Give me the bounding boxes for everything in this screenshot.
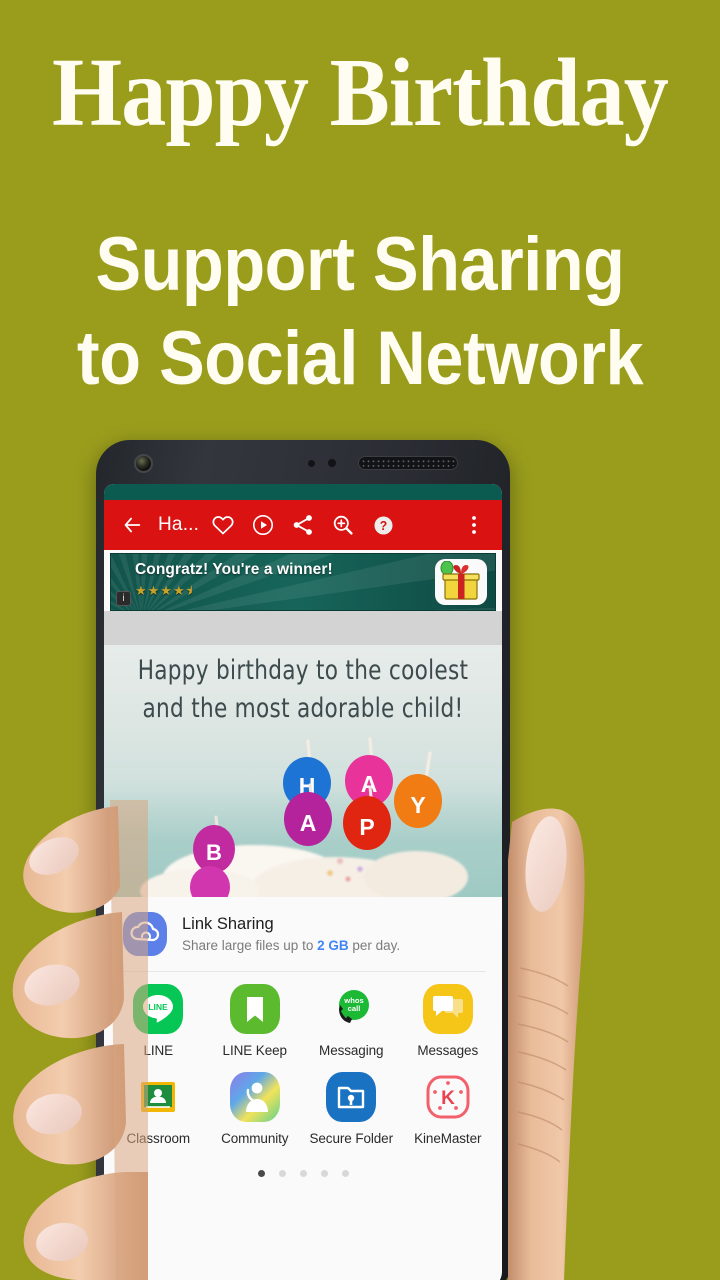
svg-text:A: A [300,810,317,836]
secure-folder-icon [326,1072,377,1122]
page-subtitle-line1: Support Sharing [95,222,625,307]
help-button[interactable]: ? [363,505,403,545]
ad-text-block: Congratz! You're a winner! ★★★★⯨ [111,561,435,604]
page-title: Happy Birthday [52,39,669,147]
share-target-label: Community [221,1131,289,1146]
svg-text:A: A [361,771,378,797]
heart-icon [212,516,234,535]
birthday-card-message: Happy birthday to the coolest and the mo… [116,653,490,729]
link-sharing-subtitle-after: per day. [348,938,401,953]
zoom-in-button[interactable] [323,505,363,545]
svg-text:P: P [359,814,374,840]
status-bar [104,484,502,500]
front-camera-icon [134,454,153,473]
svg-text:?: ? [379,518,387,532]
ad-info-badge[interactable]: i [116,591,131,606]
share-sheet-pager[interactable] [104,1150,502,1196]
promo-screenshot: Happy Birthday Support Sharing to Social… [0,0,720,1280]
overflow-menu-button[interactable] [454,505,494,545]
phone-mockup: Ha... ? i Congratz! You're a winner! ★★★… [96,440,510,1280]
speaker-mesh [361,459,455,467]
pager-dot[interactable] [278,1169,286,1177]
ad-rating-stars: ★★★★⯨ [135,582,194,598]
back-button[interactable] [112,505,152,545]
share-target-label: Secure Folder [309,1131,394,1146]
share-target-secure-folder[interactable]: Secure Folder [303,1072,400,1146]
earpiece-speaker-icon [358,456,458,470]
page-subtitle-line2: to Social Network [76,316,644,402]
share-target-kinemaster[interactable]: K KineMaster [400,1072,497,1146]
pager-dot[interactable] [257,1169,265,1177]
ad-banner[interactable]: i Congratz! You're a winner! ★★★★⯨ [110,553,496,611]
gift-box-icon [440,561,480,600]
ad-gift-icon [435,559,487,605]
card-message-line1: Happy birthday to the coolest [137,656,469,687]
svg-text:call: call [348,1004,361,1013]
svg-text:K: K [441,1088,455,1109]
magnifier-plus-icon [333,515,353,535]
kinemaster-icon: K [422,1072,473,1122]
phone-screen: Ha... ? i Congratz! You're a winner! ★★★… [104,484,502,1280]
pager-dot[interactable] [341,1169,349,1177]
link-sharing-subtitle-before: Share large files up to [182,938,318,953]
card-message-line2: and the most adorable child! [142,694,464,725]
page-subtitle: Support Sharing to Social Network [36,218,684,406]
svg-text:LINE: LINE [148,1002,168,1012]
app-bar-title: Ha... [158,514,200,535]
share-target-label: Messaging [319,1043,384,1058]
line-keep-icon [229,984,280,1034]
share-target-label: Messages [417,1043,479,1058]
ad-headline: Congratz! You're a winner! [135,560,333,578]
link-sharing-title: Link Sharing [182,915,274,933]
link-sharing-quota: 2 GB [317,938,349,953]
birthday-cake-candles: B H A A P Y [140,737,468,897]
messages-icon [422,984,473,1034]
share-target-messages[interactable]: Messages [400,984,497,1058]
play-button[interactable] [243,505,283,545]
share-target-line-keep[interactable]: LINE Keep [207,984,304,1058]
birthday-card-image[interactable]: Happy birthday to the coolest and the mo… [104,645,502,897]
whoscall-icon: whos call [326,984,377,1034]
link-sharing-row[interactable]: Link Sharing Share large files up to 2 G… [104,897,502,971]
back-arrow-icon [124,517,141,533]
svg-text:Y: Y [410,792,425,818]
share-target-community[interactable]: Community [207,1072,304,1146]
link-sharing-text: Link Sharing Share large files up to 2 G… [182,915,400,953]
app-bar: Ha... ? [104,500,502,550]
share-target-messaging[interactable]: whos call Messaging [303,984,400,1058]
pager-dot[interactable] [299,1169,307,1177]
light-sensor-icon [328,459,336,467]
play-circle-icon [253,515,274,535]
favorite-button[interactable] [203,505,243,545]
content-gap [104,611,502,645]
right-hand [508,808,585,1280]
phone-top-bezel [96,440,510,484]
help-circle-icon: ? [374,515,393,535]
svg-text:B: B [206,840,222,865]
link-sharing-subtitle: Share large files up to 2 GB per day. [182,938,400,953]
left-hand [12,800,148,1280]
share-icon [293,515,313,535]
community-icon [229,1072,280,1122]
kebab-menu-icon [472,516,476,534]
share-target-grid: LINE LINE LINE Keep whos call Messaging … [104,972,502,1150]
pager-dot[interactable] [320,1169,328,1177]
share-target-label: LINE Keep [222,1043,288,1058]
proximity-sensor-icon [308,460,315,467]
share-button[interactable] [283,505,323,545]
share-target-label: KineMaster [414,1131,482,1146]
